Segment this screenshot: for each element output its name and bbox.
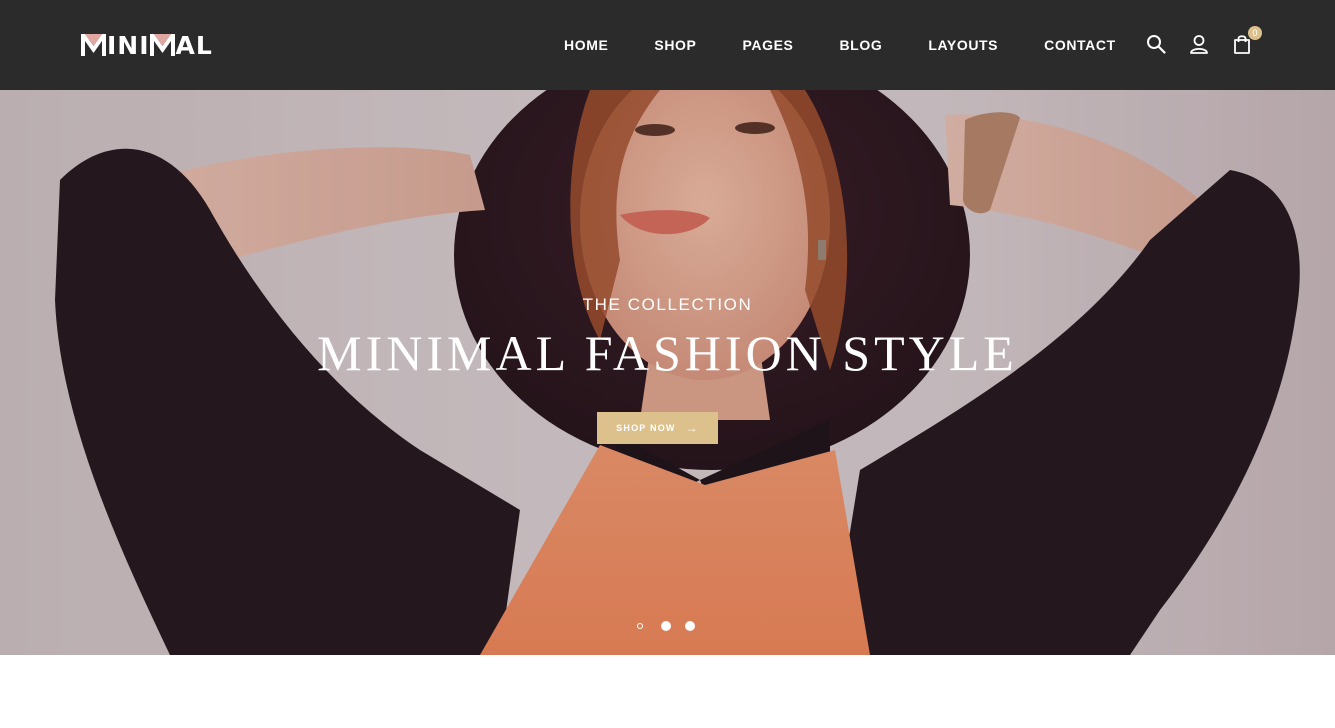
arrow-right-icon: → — [685, 421, 699, 435]
nav-item-contact[interactable]: CONTACT — [1021, 37, 1139, 53]
site-header: INI AL HOME SHOP PAGES BLOG LAYOUTS CONT… — [0, 0, 1335, 90]
search-icon[interactable] — [1144, 32, 1168, 56]
header-icons: 0 — [1144, 26, 1262, 58]
cart-count-badge: 0 — [1248, 26, 1262, 40]
nav-item-blog[interactable]: BLOG — [816, 37, 905, 53]
shop-now-label: SHOP NOW — [616, 423, 676, 433]
nav-item-shop[interactable]: SHOP — [631, 37, 719, 53]
user-icon[interactable] — [1187, 32, 1211, 56]
slider-dot-2[interactable] — [661, 621, 671, 631]
logo-m-mark — [149, 34, 175, 56]
hero-subtitle: THE COLLECTION — [582, 295, 753, 314]
hero-slider: THE COLLECTION MINIMAL FASHION STYLE SHO… — [0, 90, 1335, 655]
slider-dot-3[interactable] — [685, 621, 695, 631]
main-nav: HOME SHOP PAGES BLOG LAYOUTS CONTACT — [541, 0, 1139, 90]
logo-text-al: AL — [175, 30, 213, 60]
shop-now-button[interactable]: SHOP NOW → — [597, 412, 718, 444]
nav-item-home[interactable]: HOME — [541, 37, 631, 53]
nav-item-layouts[interactable]: LAYOUTS — [905, 37, 1021, 53]
slider-pagination — [637, 621, 709, 631]
site-logo[interactable]: INI AL — [81, 30, 213, 60]
hero-content: THE COLLECTION MINIMAL FASHION STYLE SHO… — [0, 90, 1335, 655]
logo-text-ini: INI — [107, 30, 150, 60]
slider-dot-1[interactable] — [637, 623, 643, 629]
hero-title: MINIMAL FASHION STYLE — [317, 325, 1018, 381]
shopping-bag-icon[interactable]: 0 — [1230, 26, 1262, 56]
logo-m-mark — [81, 34, 106, 56]
nav-item-pages[interactable]: PAGES — [719, 37, 816, 53]
